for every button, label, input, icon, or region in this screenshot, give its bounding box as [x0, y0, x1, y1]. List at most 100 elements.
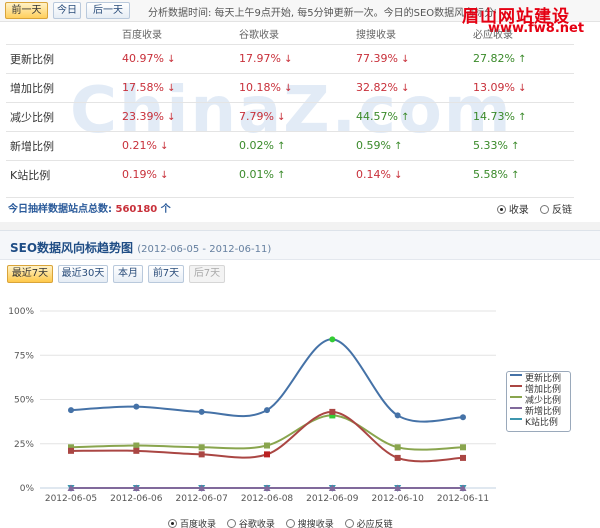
trend-down-arrow-icon: ↓ [280, 83, 293, 94]
radio-soso-indexed[interactable] [285, 519, 295, 528]
sample-total-unit: 个 [160, 204, 171, 215]
table-row: 减少比例 23.39% ↓ 7.79% ↓ 44.57% ↑ 14.73% ↑ [6, 101, 574, 131]
ratio-value: 17.58% [122, 81, 164, 94]
legend-swatch [510, 374, 522, 380]
legend-item[interactable]: 减少比例 [510, 396, 567, 407]
trend-down-arrow-icon: ↓ [273, 112, 286, 123]
today-button[interactable]: 今日 [53, 2, 81, 19]
ratio-value: 5.58% [473, 168, 508, 182]
data-point [198, 451, 205, 458]
trend-down-arrow-icon: ↓ [156, 141, 169, 152]
ratio-value: 23.39% [122, 110, 164, 123]
legend-label: 减少比例 [525, 396, 562, 406]
data-point [460, 414, 466, 421]
x-tick-label: 2012-06-05 [45, 494, 97, 504]
data-point [68, 447, 74, 454]
update-notice: 分析数据时间: 每天上午9点开始, 每5分钟更新一次。今日的SEO数据风向标分析… [148, 8, 496, 19]
trend-down-arrow-icon: ↓ [163, 112, 176, 123]
column-header: 必应收录 [473, 30, 513, 42]
ratio-value: 0.19% [122, 168, 157, 182]
table-row: 更新比例 40.97% ↓ 17.97% ↓ 77.39% ↓ 27.82% ↑ [6, 43, 574, 73]
legend-item[interactable]: 新增比例 [510, 407, 567, 418]
seo-ratio-table: 百度收录 谷歌收录 搜搜收录 必应收录 更新比例 40.97% ↓ 17.97% ↓… [6, 24, 574, 189]
ratio-cell: 5.58% ↑ [457, 159, 574, 189]
ratio-cell: 17.58% ↓ [106, 72, 223, 102]
ratio-value: 0.02% [239, 139, 274, 152]
radio-baidu-indexed[interactable] [168, 519, 177, 528]
ratio-cell: 27.82% ↑ [457, 43, 574, 73]
trend-panel-title: SEO数据风向标趋势图 (2012-06-05 - 2012-06-11) [10, 239, 271, 256]
data-point [394, 412, 401, 419]
ratio-cell: 5.33% ↑ [457, 130, 574, 160]
row-label: 新增比例 [6, 130, 106, 160]
range-next-7-days-button[interactable]: 后7天 [189, 265, 225, 283]
column-header: 搜搜收录 [356, 30, 396, 42]
radio-backlinks[interactable] [540, 205, 549, 214]
ratio-cell: 23.39% ↓ [106, 101, 223, 131]
engine-radios: 百度收录 谷歌收录 搜搜收录 必应反链 [160, 517, 393, 528]
ratio-cell: 17.97% ↓ [223, 43, 340, 73]
x-tick-label: 2012-06-06 [110, 494, 163, 504]
x-tick-label: 2012-06-11 [437, 494, 489, 504]
ratio-cell: 77.39% ↓ [340, 43, 457, 73]
index-type-radios: 收录 反链 [489, 201, 572, 216]
legend-label: 更新比例 [525, 374, 562, 384]
legend-label: 增加比例 [525, 385, 562, 395]
next-day-button[interactable]: 后一天 [86, 2, 130, 19]
trend-up-arrow-icon: ↑ [507, 170, 520, 182]
trend-panel-header: SEO数据风向标趋势图 (2012-06-05 - 2012-06-11) [0, 230, 600, 260]
ratio-cell: 14.73% ↑ [457, 101, 574, 131]
ratio-value: 0.59% [356, 139, 391, 152]
trend-down-arrow-icon: ↓ [514, 83, 527, 94]
y-tick-label: 50% [14, 396, 34, 406]
x-tick-label: 2012-06-09 [306, 494, 359, 504]
ratio-cell: 0.01% ↑ [223, 159, 340, 189]
legend-label: 新增比例 [525, 407, 562, 417]
legend-label: K站比例 [525, 418, 558, 428]
y-tick-label: 100% [8, 307, 34, 317]
legend-item[interactable]: 增加比例 [510, 385, 567, 396]
trend-down-arrow-icon: ↓ [156, 170, 169, 182]
range-last-7-days-button[interactable]: 最近7天 [7, 265, 53, 283]
trend-date-range: (2012-06-05 - 2012-06-11) [137, 244, 272, 255]
day-toolbar: 前一天 今日 后一天 分析数据时间: 每天上午9点开始, 每5分钟更新一次。今日… [0, 0, 600, 36]
trend-title-text: SEO数据风向标趋势图 [10, 241, 134, 255]
radio-google-indexed[interactable] [226, 519, 236, 528]
x-tick-label: 2012-06-10 [372, 494, 425, 504]
radio-indexed[interactable] [496, 205, 506, 214]
row-label: 增加比例 [6, 72, 106, 102]
legend-item[interactable]: K站比例 [510, 418, 567, 429]
ratio-value: 0.21% [122, 139, 157, 152]
legend-item[interactable]: 更新比例 [510, 374, 567, 385]
sample-total-value: 560180 [115, 204, 158, 215]
table-corner [6, 24, 106, 44]
legend-swatch [510, 407, 522, 413]
ratio-cell: 0.02% ↑ [223, 130, 340, 160]
row-label: 更新比例 [6, 43, 106, 73]
trend-up-arrow-icon: ↑ [514, 112, 527, 123]
ratio-value: 5.33% [473, 139, 508, 152]
ratio-cell: 32.82% ↓ [340, 72, 457, 102]
ratio-value: 40.97% [122, 52, 164, 65]
legend-swatch [510, 418, 522, 424]
ratio-value: 13.09% [473, 81, 515, 94]
ratio-value: 0.14% [356, 168, 391, 182]
column-header: 谷歌收录 [239, 30, 279, 42]
range-this-month-button[interactable]: 本月 [113, 265, 143, 283]
ratio-cell: 10.18% ↓ [223, 72, 340, 102]
range-last-30-days-button[interactable]: 最近30天 [58, 265, 108, 283]
radio-bing-backlinks[interactable] [344, 519, 354, 528]
radio-soso-indexed-label: 搜搜收录 [297, 520, 334, 528]
data-point [198, 408, 205, 415]
data-point [329, 336, 336, 343]
prev-day-button[interactable]: 前一天 [5, 2, 48, 19]
data-point [394, 454, 401, 461]
data-point [460, 444, 466, 451]
trend-up-arrow-icon: ↑ [397, 112, 410, 123]
range-prev-7-days-button[interactable]: 前7天 [148, 265, 184, 283]
ratio-value: 14.73% [473, 110, 515, 123]
trend-up-arrow-icon: ↑ [273, 141, 286, 152]
column-header: 百度收录 [122, 30, 162, 42]
ratio-cell: 0.19% ↓ [106, 159, 223, 189]
sample-total-text: 今日抽样数据站点总数: [8, 204, 112, 215]
